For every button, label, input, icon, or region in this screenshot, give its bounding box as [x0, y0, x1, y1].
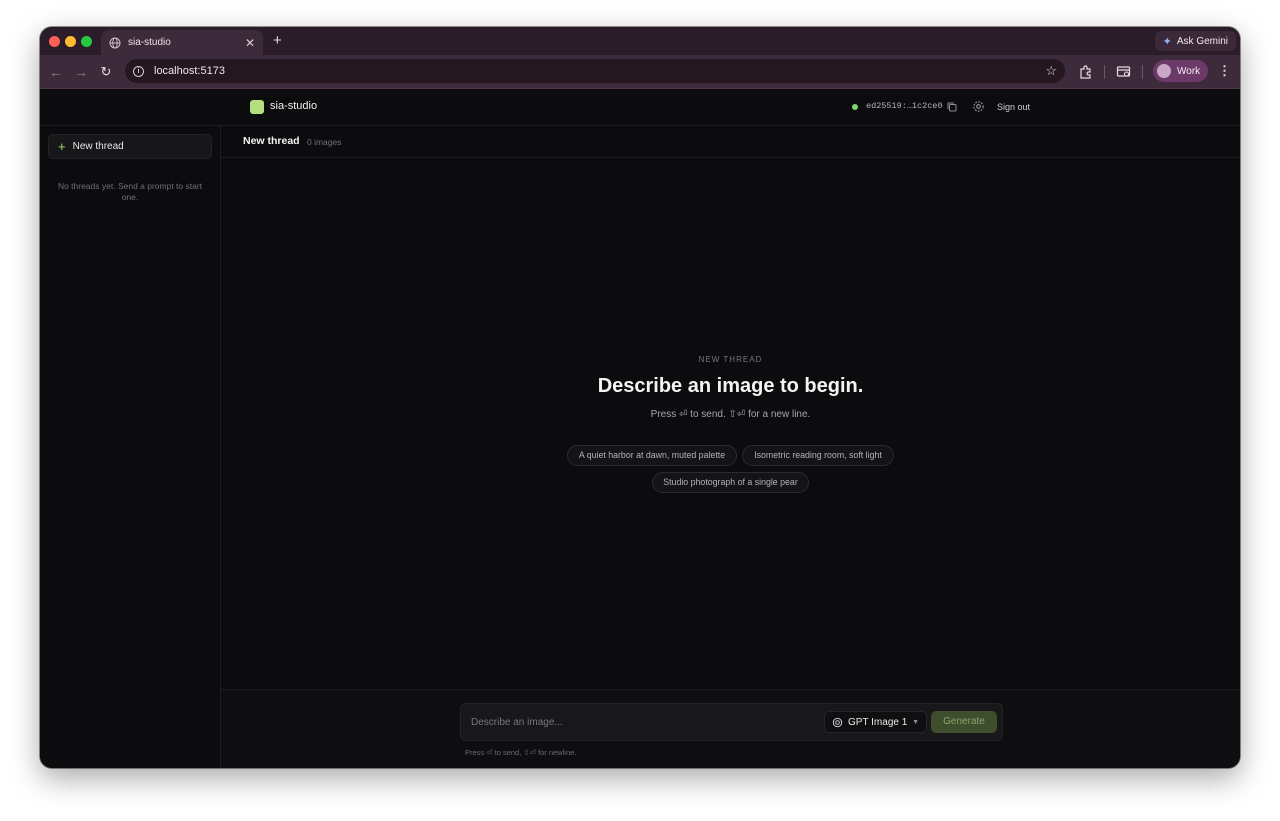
site-info-icon[interactable]: i — [133, 65, 144, 77]
sign-out-button[interactable]: Sign out — [997, 102, 1030, 112]
hero-title: Describe an image to begin. — [597, 375, 864, 397]
browser-tab[interactable]: sia-studio ✕ — [101, 30, 263, 55]
toolbar-divider — [1142, 65, 1143, 79]
extensions-icon[interactable] — [1078, 64, 1094, 80]
image-count: 0 images — [307, 137, 342, 147]
sidebar: + New thread No threads yet. Send a prom… — [40, 126, 221, 768]
gear-icon[interactable] — [972, 100, 985, 113]
prompt-input[interactable] — [471, 712, 811, 732]
thread-title: New thread — [243, 135, 300, 147]
app-logo — [250, 100, 264, 114]
model-label: GPT Image 1 — [848, 716, 908, 728]
address-bar[interactable]: i localhost:5173 ☆ — [125, 59, 1065, 83]
hero-subtitle: Press ⏎ to send. ⇧⏎ for a new line. — [650, 409, 811, 420]
close-window-button[interactable] — [49, 36, 60, 47]
ask-gemini-label: Ask Gemini — [1176, 35, 1228, 47]
empty-threads-note: No threads yet. Send a prompt to start o… — [57, 181, 203, 202]
new-tab-button[interactable]: + — [273, 33, 282, 48]
tab-title: sia-studio — [128, 37, 171, 48]
suggestion-chip[interactable]: Isometric reading room, soft light — [742, 445, 894, 466]
plus-icon: + — [58, 139, 66, 154]
prompt-composer: GPT Image 1 ▼ Generate — [460, 703, 1003, 741]
back-arrow-icon[interactable]: ← — [47, 63, 65, 81]
url-text: localhost:5173 — [154, 65, 225, 77]
new-thread-button[interactable]: + New thread — [48, 134, 212, 159]
tab-strip: sia-studio ✕ + ✦ Ask Gemini — [40, 27, 1240, 55]
browser-toolbar: ← → ↻ i localhost:5173 ☆ Work ⋮ — [40, 55, 1240, 89]
thread-header: New thread 0 images — [221, 126, 1240, 158]
profile-button[interactable]: Work — [1153, 60, 1208, 82]
maximize-window-button[interactable] — [81, 36, 92, 47]
forward-arrow-icon[interactable]: → — [72, 63, 90, 81]
chevron-down-icon: ▼ — [912, 718, 919, 726]
copy-icon[interactable] — [946, 101, 958, 113]
new-thread-label: New thread — [72, 141, 124, 152]
model-select[interactable]: GPT Image 1 ▼ — [824, 711, 927, 733]
app-name: sia-studio — [270, 100, 318, 112]
browser-window: sia-studio ✕ + ✦ Ask Gemini ← → ↻ i loca… — [40, 27, 1240, 768]
app-header: sia-studio ed25519:…1c2ce0 Sign out — [40, 89, 1240, 126]
reload-icon[interactable]: ↻ — [97, 63, 115, 81]
hero-eyebrow: NEW THREAD — [698, 355, 763, 364]
status-indicator — [852, 104, 858, 110]
profile-avatar — [1157, 64, 1171, 78]
openai-icon — [832, 717, 843, 727]
tab-close-icon[interactable]: ✕ — [245, 37, 255, 49]
composer-area: GPT Image 1 ▼ Generate Press ⏎ to send, … — [221, 689, 1240, 768]
gemini-spark-icon: ✦ — [1162, 35, 1172, 48]
globe-icon — [109, 37, 121, 48]
composer-hint: Press ⏎ to send, ⇧⏎ for newline. — [465, 748, 577, 757]
ask-gemini-button[interactable]: ✦ Ask Gemini — [1154, 31, 1236, 51]
more-menu-icon[interactable]: ⋮ — [1218, 64, 1231, 78]
suggestion-chip[interactable]: Studio photograph of a single pear — [652, 472, 809, 493]
bookmark-star-icon[interactable]: ☆ — [1045, 63, 1057, 79]
profile-label: Work — [1177, 65, 1201, 77]
key-identifier: ed25519:…1c2ce0 — [866, 101, 943, 111]
minimize-window-button[interactable] — [65, 36, 76, 47]
reading-mode-icon[interactable] — [1116, 64, 1132, 80]
toolbar-divider — [1104, 65, 1105, 79]
suggestion-chip[interactable]: A quiet harbor at dawn, muted palette — [567, 445, 737, 466]
generate-button[interactable]: Generate — [931, 711, 997, 733]
